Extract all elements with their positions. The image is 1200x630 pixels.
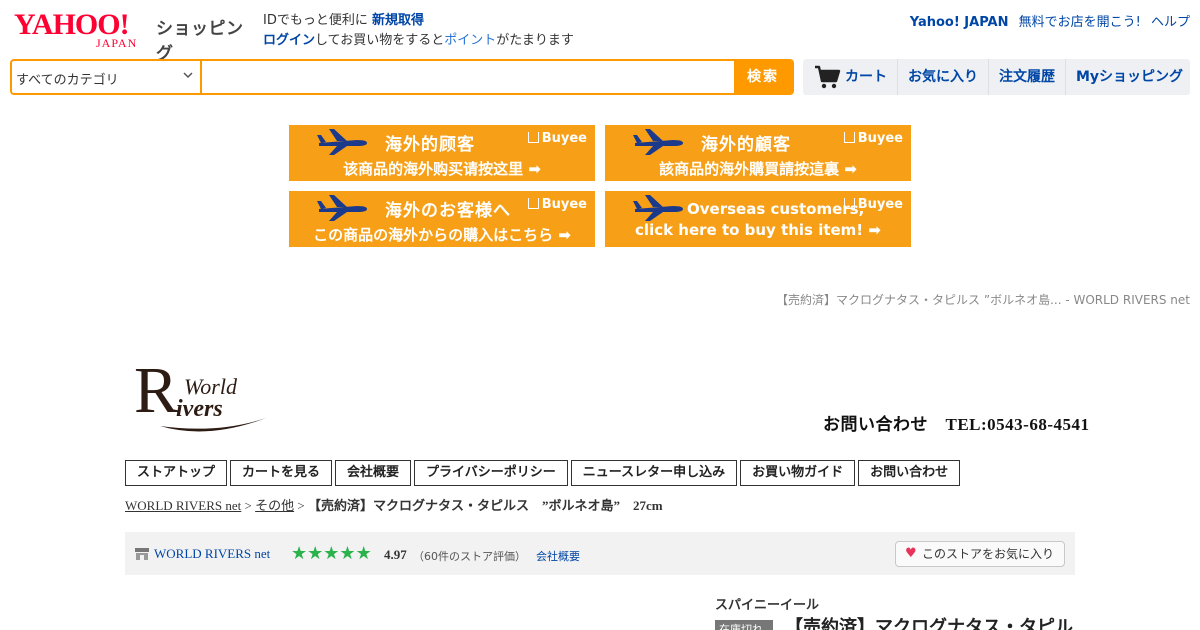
heart-icon: ♥: [905, 546, 917, 561]
open-store-link[interactable]: 無料でお店を開こう!: [1019, 15, 1141, 30]
banner-subtitle: この商品の海外からの購入はこちら ➡: [313, 226, 571, 244]
store-info-bar: WORLD RIVERS net ★ ★ ★ ★ ★ 4.97 （60件のストア…: [125, 532, 1075, 575]
airplane-icon: [633, 129, 683, 155]
star-icon: ★: [307, 543, 324, 564]
cart-link[interactable]: カート: [803, 59, 897, 95]
banner-title: 海外的顧客: [701, 135, 791, 155]
breadcrumb-separator: >: [297, 498, 305, 513]
buyee-logo: Buyee: [528, 197, 587, 212]
breadcrumb-home[interactable]: WORLD RIVERS net: [125, 498, 241, 513]
login-link[interactable]: ログイン: [263, 33, 315, 48]
category-select[interactable]: すべてのカテゴリ: [12, 61, 202, 93]
banner-subtitle: click here to buy this item! ➡: [635, 221, 881, 239]
breadcrumb-current: 【売約済】マクログナタス・タピルス ”ボルネオ島” 27cm: [307, 498, 663, 513]
chevron-down-icon: [182, 69, 194, 84]
store-name-link[interactable]: WORLD RIVERS net: [154, 546, 270, 562]
rating-score: 4.97: [384, 547, 407, 562]
logo-swoosh-icon: [160, 418, 266, 432]
page-title-crumb: 【売約済】マクログナタス・タピルス ”ボルネオ島... - WORLD RIVE…: [776, 293, 1190, 307]
banner-subtitle: 该商品的海外购买请按这里 ➡: [343, 160, 541, 178]
signup-link[interactable]: 新規取得: [372, 13, 424, 28]
category-value: すべてのカテゴリ: [16, 73, 119, 88]
company-info-link[interactable]: 会社概要: [536, 548, 580, 564]
banner-title: Overseas customers,: [687, 200, 865, 218]
buyee-logo: Buyee: [844, 131, 903, 146]
menu-company[interactable]: 会社概要: [335, 460, 412, 486]
search-button[interactable]: 検索: [734, 61, 792, 93]
breadcrumb: WORLD RIVERS net > その他 > 【売約済】マクログナタス・タピ…: [125, 495, 663, 514]
breadcrumb-separator: >: [244, 498, 252, 513]
yahoo-japan-link[interactable]: Yahoo! JAPAN: [910, 15, 1009, 30]
order-history-link[interactable]: 注文履歴: [988, 59, 1065, 95]
menu-newsletter[interactable]: ニュースレター申し込み: [570, 460, 738, 486]
user-nav: カート お気に入り 注文履歴 Myショッピング: [803, 59, 1190, 95]
menu-guide[interactable]: お買い物ガイド: [740, 460, 856, 486]
banner-subtitle: 該商品的海外購買請按這裏 ➡: [659, 160, 857, 178]
favorites-link[interactable]: お気に入り: [897, 59, 988, 95]
search-bar: すべてのカテゴリ 検索: [10, 59, 794, 95]
star-icon: ★: [339, 543, 356, 564]
buyee-banner-ja[interactable]: 海外のお客様へ Buyee この商品の海外からの購入はこちら ➡: [289, 191, 595, 247]
cart-label: カート: [845, 69, 887, 85]
menu-privacy[interactable]: プライバシーポリシー: [414, 460, 568, 486]
favorite-store-button[interactable]: ♥ このストアをお気に入り: [895, 541, 1065, 567]
buyee-banner-zh-tw[interactable]: 海外的顧客 Buyee 該商品的海外購買請按這裏 ➡: [605, 125, 911, 181]
buyee-banner-zh-cn[interactable]: 海外的顾客 Buyee 该商品的海外购买请按这里 ➡: [289, 125, 595, 181]
banner-title: 海外的顾客: [385, 135, 475, 155]
favorite-store-label: このストアをお気に入り: [922, 547, 1055, 561]
buyee-banner-en[interactable]: Overseas customers, Buyee click here to …: [605, 191, 911, 247]
product-category: スパイニーイール: [715, 598, 820, 613]
buyee-logo: Buyee: [844, 197, 903, 212]
menu-store-top[interactable]: ストアトップ: [125, 460, 228, 486]
store-contact: お問い合わせ TEL:0543-68-4541: [823, 415, 1090, 434]
star-icon: ★: [323, 543, 340, 564]
id-promo: IDでもっと便利に 新規取得 ログインしてお買い物をするとポイントがたまります: [263, 11, 574, 51]
product-title: 【売約済】マクログナタス・タピル: [785, 617, 1073, 630]
rating-stars: ★ ★ ★ ★ ★: [291, 545, 372, 563]
menu-view-cart[interactable]: カートを見る: [230, 460, 333, 486]
points-link[interactable]: ポイント: [444, 33, 496, 48]
top-links: Yahoo! JAPAN 無料でお店を開こう! ヘルプ: [904, 11, 1190, 30]
stock-badge: 在庫切れ: [715, 620, 773, 630]
store-logo[interactable]: R World ivers: [134, 356, 274, 436]
airplane-icon: [317, 129, 367, 155]
points-suffix: がたまります: [496, 33, 574, 48]
id-text: IDでもっと便利に: [263, 13, 368, 28]
store-menu: ストアトップ カートを見る 会社概要 プライバシーポリシー ニュースレター申し込…: [125, 460, 963, 486]
airplane-icon: [317, 195, 367, 221]
star-icon: ★: [291, 543, 308, 564]
logo-service-text: ショッピング: [156, 19, 244, 64]
help-link[interactable]: ヘルプ: [1151, 15, 1190, 30]
banner-title: 海外のお客様へ: [385, 201, 511, 221]
airplane-icon: [633, 195, 683, 221]
breadcrumb-category[interactable]: その他: [255, 498, 294, 513]
review-count-link[interactable]: （60件のストア評価）: [413, 548, 526, 564]
logo-japan-text: JAPAN: [96, 36, 138, 50]
login-suffix: してお買い物をすると: [315, 33, 445, 48]
cart-icon: [815, 65, 841, 89]
search-input[interactable]: [204, 61, 734, 93]
buyee-logo: Buyee: [528, 131, 587, 146]
my-shopping-link[interactable]: Myショッピング: [1065, 59, 1193, 95]
store-icon: [135, 548, 149, 560]
menu-contact[interactable]: お問い合わせ: [858, 460, 961, 486]
star-icon: ★: [355, 543, 372, 564]
yahoo-shopping-logo[interactable]: YAHOO! JAPAN ショッピング: [14, 10, 254, 65]
